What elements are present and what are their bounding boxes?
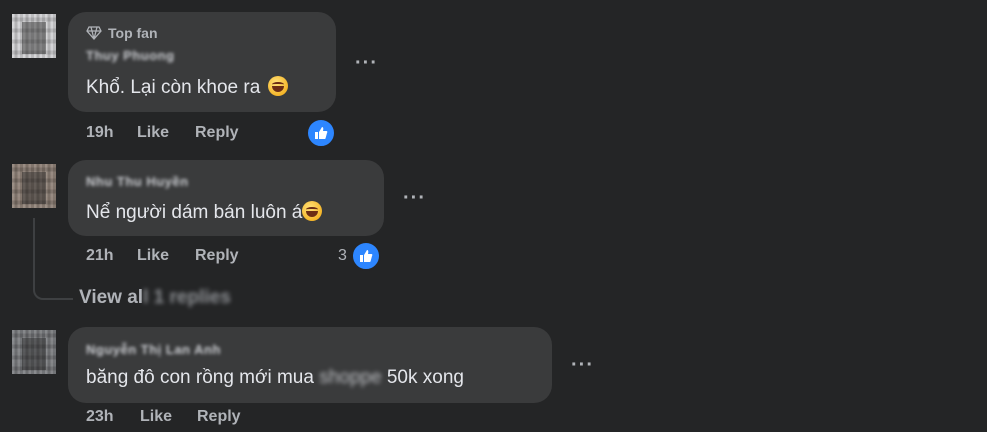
more-options-icon[interactable]: ··· (403, 188, 426, 208)
reply-button[interactable]: Reply (195, 124, 239, 142)
comment-author[interactable]: Nguyễn Thị Lan Anh (86, 342, 221, 357)
comment-text-content: Khổ. Lại còn khoe ra (86, 77, 261, 98)
reply-button[interactable]: Reply (195, 247, 239, 265)
rolling-laughing-emoji-icon (302, 201, 323, 221)
comment-bubble (68, 160, 384, 236)
comment-time[interactable]: 19h (86, 124, 114, 142)
view-replies-label: View al (79, 287, 144, 308)
like-reaction-icon[interactable] (306, 118, 336, 148)
view-replies-count: l 1 replies (143, 287, 231, 308)
comment-author[interactable]: Thuy Phuong (86, 48, 175, 63)
comment-time[interactable]: 21h (86, 247, 114, 265)
view-replies-link[interactable]: View all 1 replies (79, 287, 231, 309)
more-options-icon[interactable]: ··· (355, 53, 378, 73)
reply-button[interactable]: Reply (197, 408, 241, 426)
comment-author[interactable]: Nhu Thu Huyền (86, 174, 189, 189)
avatar[interactable] (12, 14, 56, 58)
comment-text: Nể người dám bán luôn á (86, 201, 323, 224)
thread-line (33, 218, 73, 300)
avatar[interactable] (12, 330, 56, 374)
comment-text: Khổ. Lại còn khoe ra (86, 76, 288, 99)
like-reaction-icon[interactable] (351, 241, 381, 271)
like-button[interactable]: Like (137, 124, 169, 142)
reaction-count[interactable]: 3 (338, 247, 347, 265)
comment-text-content: Nể người dám bán luôn á (86, 202, 303, 223)
comment-text-content: băng đô con rồng mới mua (86, 367, 314, 388)
comment-bubble (68, 327, 552, 403)
laughing-emoji-icon (267, 76, 288, 96)
like-button[interactable]: Like (140, 408, 172, 426)
avatar[interactable] (12, 164, 56, 208)
comment-text-blurred: shoppe (319, 367, 382, 388)
comment-text-content: 50k xong (386, 367, 464, 388)
diamond-icon (86, 26, 102, 40)
like-button[interactable]: Like (137, 247, 169, 265)
comment-time[interactable]: 23h (86, 408, 114, 426)
top-fan-label: Top fan (108, 25, 158, 41)
more-options-icon[interactable]: ··· (571, 355, 594, 375)
comment-text: băng đô con rồng mới mua shoppe 50k xong (86, 367, 464, 389)
top-fan-badge: Top fan (86, 25, 158, 41)
